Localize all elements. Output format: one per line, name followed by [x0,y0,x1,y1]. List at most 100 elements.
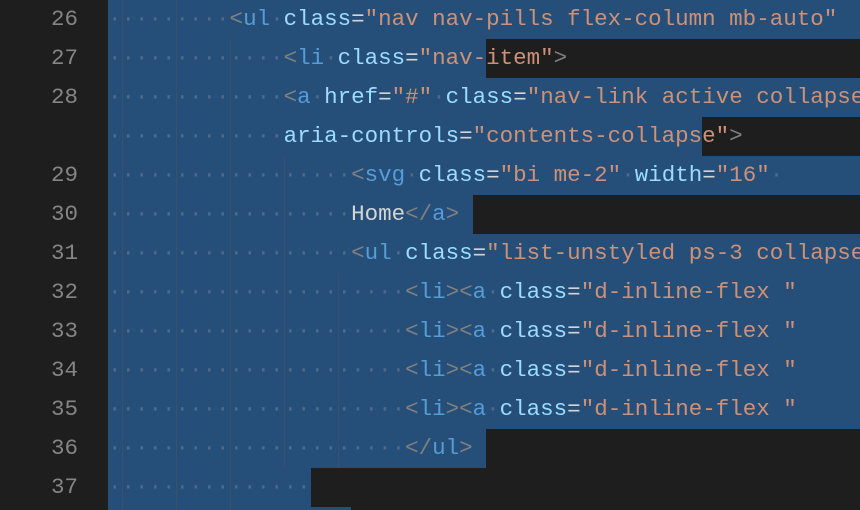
token-eq: = [405,45,419,71]
token-eq: = [459,123,473,149]
code-line[interactable]: ·································</ul> [108,429,860,468]
line-number: 26 [0,0,78,39]
code-line[interactable]: ·································<li><a·… [108,273,860,312]
line-number: 34 [0,351,78,390]
code-line[interactable]: ·························· [108,468,860,507]
whitespace-indicator: ································· [108,396,405,422]
token-plain: Home [351,201,405,227]
code-line[interactable]: ·································<li><a·… [108,390,860,429]
token-eq: = [473,240,487,266]
token-pun: < [284,45,298,71]
token-attr: class [338,45,406,71]
token-eq: = [351,6,365,32]
code-line[interactable]: ························<a·href="#"·clas… [108,78,860,117]
token-attr: aria-controls [284,123,460,149]
token-ws: · [405,162,419,188]
token-tag: a [473,396,487,422]
line-number: 30 [0,195,78,234]
code-line[interactable]: ·····························<ul·class="… [108,234,860,273]
token-tag: li [419,318,446,344]
line-number: 28 [0,78,78,117]
line-number: 27 [0,39,78,78]
token-str: "#" [392,84,433,110]
token-pun: < [405,318,419,344]
code-line-text: ·································<li><a·… [108,396,797,422]
token-eq: = [486,162,500,188]
whitespace-indicator: ································· [108,318,405,344]
token-ws: · [432,84,446,110]
whitespace-indicator: ···················· [108,6,230,32]
code-line-text: ····················<ul·class="nav nav-p… [108,6,837,32]
code-line[interactable]: ·································<li><a·… [108,351,860,390]
token-pun: > [729,123,743,149]
token-str: "d-inline-flex " [581,357,797,383]
token-pun: < [351,240,365,266]
token-ws: · [486,279,500,305]
token-attr: class [419,162,487,188]
code-line-text: ························<li·class="nav-i… [108,45,567,71]
token-tag: a [473,357,487,383]
line-number: 33 [0,312,78,351]
code-line[interactable]: ·································<li><a·… [108,312,860,351]
code-editor[interactable]: 26272829303132333435363738 ·············… [0,0,860,510]
whitespace-indicator: ································· [108,279,405,305]
token-tag: a [473,279,487,305]
whitespace-indicator: ································· [108,435,405,461]
line-number: 31 [0,234,78,273]
token-pun: < [230,6,244,32]
token-attr: class [446,84,514,110]
code-line-text: ·································<li><a·… [108,279,797,305]
token-str: "contents-collapse" [473,123,730,149]
token-str: "nav-item" [419,45,554,71]
code-line[interactable]: ························<li·class="nav-i… [108,39,860,78]
token-ws: · [770,162,784,188]
code-line-text: ·································<li><a·… [108,318,797,344]
token-attr: class [500,396,568,422]
token-ws: · [486,357,500,383]
token-attr: class [405,240,473,266]
token-attr: class [284,6,352,32]
token-pun: >< [446,396,473,422]
token-pun: >< [446,318,473,344]
code-line[interactable]: ························aria-controls="c… [108,117,860,156]
token-ws: · [324,45,338,71]
whitespace-indicator: ························ [108,84,284,110]
token-tag: svg [365,162,406,188]
line-number: 29 [0,156,78,195]
token-pun: < [284,84,298,110]
code-content[interactable]: ····················<ul·class="nav nav-p… [108,0,860,510]
token-eq: = [567,357,581,383]
code-line[interactable]: ·····························Home</a> [108,195,860,234]
token-eq: = [513,84,527,110]
code-line[interactable]: ····················<ul·class="nav nav-p… [108,0,860,39]
token-pun: < [405,357,419,383]
token-pun: </ [405,435,432,461]
code-line[interactable]: ·····························<svg·class=… [108,156,860,195]
token-tag: ul [432,435,459,461]
token-tag: li [419,396,446,422]
line-number [0,117,78,156]
token-str: "bi me-2" [500,162,622,188]
token-attr: href [324,84,378,110]
token-tag: ul [243,6,270,32]
token-eq: = [378,84,392,110]
line-number-gutter: 26272829303132333435363738 [0,0,108,510]
token-attr: class [500,357,568,383]
token-eq: = [567,318,581,344]
token-str: "nav-link active collapsed" [527,84,860,110]
code-viewport[interactable]: ····················<ul·class="nav nav-p… [108,0,860,510]
whitespace-indicator: ····························· [108,240,351,266]
line-number: 35 [0,390,78,429]
token-attr: width [635,162,703,188]
token-str: "d-inline-flex " [581,279,797,305]
token-eq: = [567,279,581,305]
token-ws: · [621,162,635,188]
code-line-text: ·····························<ul·class="… [108,240,860,266]
token-ws: · [311,84,325,110]
token-tag: li [419,279,446,305]
code-line-text: ························<a·href="#"·clas… [108,84,860,110]
line-number: 37 [0,468,78,507]
token-pun: >< [446,279,473,305]
whitespace-indicator: ························ [108,45,284,71]
token-tag: a [297,84,311,110]
